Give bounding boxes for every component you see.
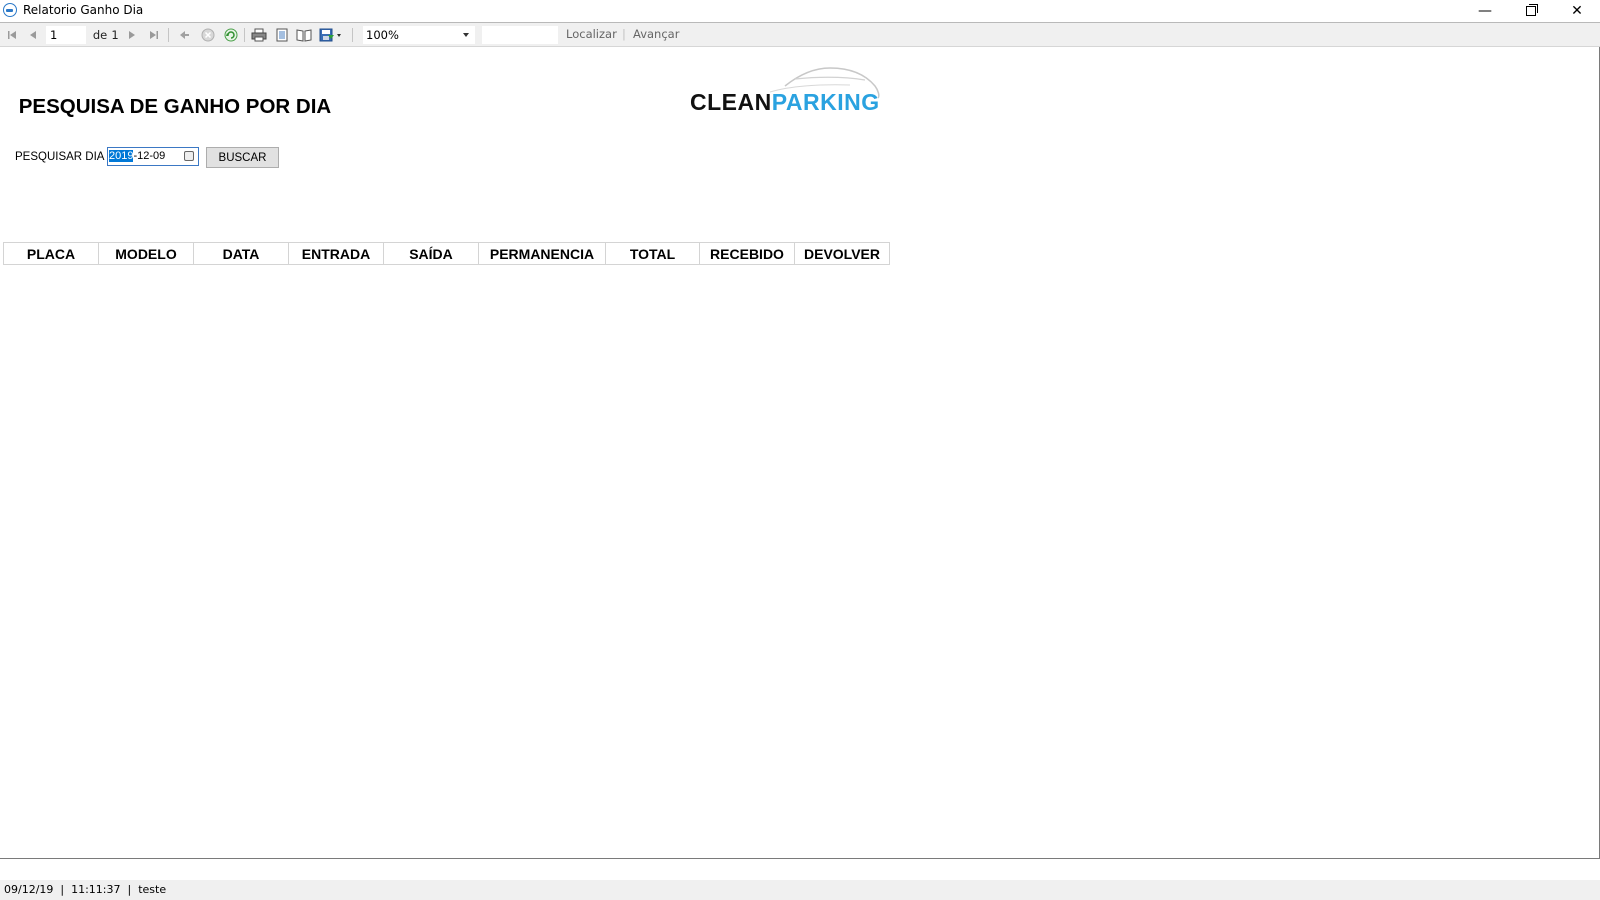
minimize-button[interactable]: —	[1462, 0, 1508, 22]
total-pages: 1	[111, 28, 119, 42]
zoom-select[interactable]: 100%	[363, 26, 475, 44]
column-header-modelo: MODELO	[99, 243, 194, 264]
print-layout-icon	[276, 28, 288, 42]
stop-button[interactable]	[199, 26, 217, 44]
column-header-placa: PLACA	[4, 243, 99, 264]
date-picker[interactable]: 2019-12-09	[107, 147, 199, 166]
find-input[interactable]	[482, 26, 558, 44]
logo-clean: CLEAN	[690, 89, 772, 115]
page-setup-button[interactable]	[295, 26, 313, 44]
link-separator: |	[622, 27, 626, 41]
last-page-button[interactable]	[146, 26, 162, 44]
first-page-button[interactable]	[4, 26, 20, 44]
close-button[interactable]: ✕	[1554, 0, 1600, 22]
print-icon	[251, 28, 267, 42]
column-header-saida: SAÍDA	[384, 243, 479, 264]
back-button[interactable]	[176, 26, 192, 44]
report-toolbar: 1 de 1 100% Localizar | Avançar	[0, 22, 1600, 47]
previous-page-icon	[30, 31, 36, 39]
next-page-icon	[129, 31, 135, 39]
print-button[interactable]	[250, 26, 268, 44]
next-page-button[interactable]	[124, 26, 140, 44]
page-of-label: de	[92, 28, 108, 42]
page-number-input[interactable]: 1	[46, 26, 86, 44]
title-bar: Relatorio Ganho Dia — ✕	[0, 0, 1600, 22]
export-icon	[319, 28, 341, 42]
chevron-down-icon	[463, 33, 469, 37]
last-page-icon	[150, 31, 158, 39]
column-header-total: TOTAL	[606, 243, 700, 264]
toolbar-separator	[168, 28, 169, 42]
logo: CLEANPARKING	[690, 64, 890, 124]
table-header: PLACA MODELO DATA ENTRADA SAÍDA PERMANEN…	[3, 242, 890, 265]
column-header-permanencia: PERMANENCIA	[479, 243, 606, 264]
previous-page-button[interactable]	[25, 26, 41, 44]
zoom-value: 100%	[366, 28, 399, 42]
toolbar-separator	[244, 28, 245, 42]
logo-text: CLEANPARKING	[690, 89, 880, 116]
find-next-link[interactable]: Avançar	[633, 27, 679, 41]
date-year-selected: 2019	[109, 150, 134, 162]
search-day-label: PESQUISAR DIA	[15, 151, 105, 163]
page-setup-icon	[296, 29, 312, 42]
find-link[interactable]: Localizar	[566, 27, 617, 41]
restore-button[interactable]	[1508, 0, 1554, 22]
column-header-data: DATA	[194, 243, 289, 264]
export-button[interactable]	[318, 26, 344, 44]
search-button[interactable]: BUSCAR	[206, 147, 279, 168]
status-bar: 09/12/19 | 11:11:37 | teste	[0, 880, 1600, 900]
report-title: PESQUISA DE GANHO POR DIA	[18, 95, 332, 118]
logo-parking: PARKING	[771, 89, 880, 115]
report-canvas: PESQUISA DE GANHO POR DIA CLEANPARKING P…	[0, 47, 1600, 859]
refresh-button[interactable]	[222, 26, 240, 44]
stop-icon	[201, 28, 215, 42]
refresh-icon	[224, 28, 238, 42]
column-header-recebido: RECEBIDO	[700, 243, 795, 264]
column-header-entrada: ENTRADA	[289, 243, 384, 264]
print-layout-button[interactable]	[273, 26, 291, 44]
status-text: 09/12/19 | 11:11:37 | teste	[4, 883, 167, 896]
window-title: Relatorio Ganho Dia	[23, 3, 144, 17]
back-icon	[180, 31, 189, 39]
toolbar-separator	[352, 28, 353, 42]
calendar-icon[interactable]	[184, 151, 194, 161]
app-icon	[3, 3, 17, 17]
restore-icon	[1526, 4, 1538, 16]
date-rest: -12-09	[133, 150, 166, 162]
column-header-devolver: DEVOLVER	[804, 245, 880, 262]
first-page-icon	[8, 31, 16, 39]
